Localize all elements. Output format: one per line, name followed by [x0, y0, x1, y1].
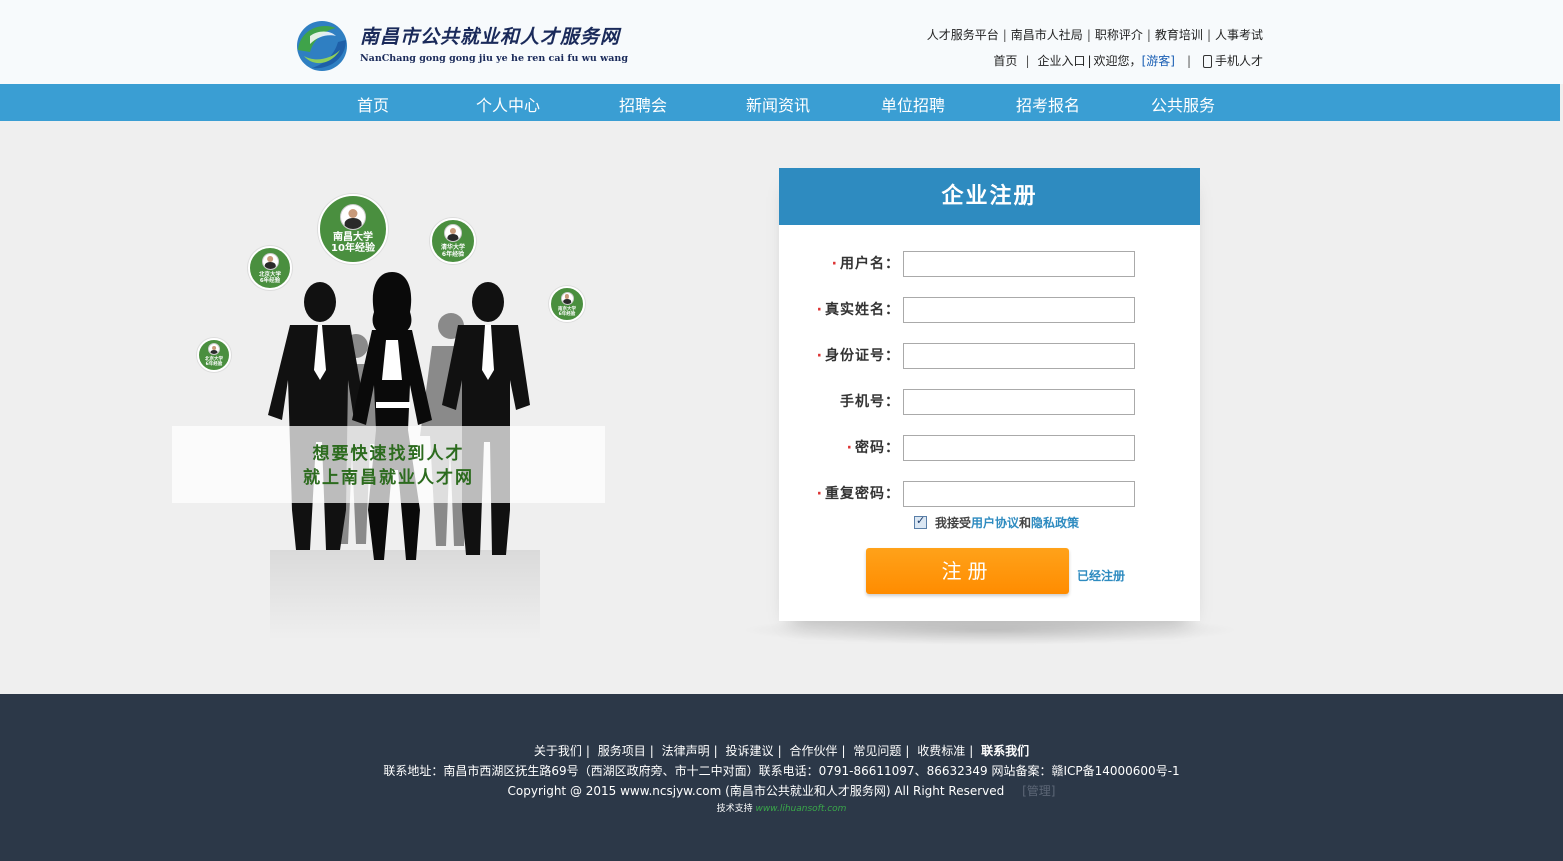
password-row: · 密码： [779, 435, 1200, 461]
avatar [560, 291, 574, 305]
user-agreement-link[interactable]: 用户协议 [971, 514, 1019, 531]
nav-news[interactable]: 新闻资讯 [723, 84, 833, 121]
username-row: · 用户名： [779, 251, 1200, 277]
footer-tech-support: 技术支持 www.lihuansoft.com [716, 804, 847, 814]
footer-about[interactable]: 关于我们 [534, 744, 582, 758]
link-talent-platform[interactable]: 人才服务平台 [927, 28, 999, 42]
footer-copyright: Copyright @ 2015 www.ncsjyw.com (南昌市公共就业… [507, 784, 1056, 798]
avatar [444, 224, 462, 242]
phone-label: 手机号： [840, 394, 900, 410]
promo-slogan: 想要快速找到人才 就上南昌就业人才网 [172, 426, 605, 503]
site-logo[interactable]: 南昌市公共就业和人才服务网 NanChang gong gong jiu ye … [290, 16, 628, 72]
already-registered-link[interactable]: 已经注册 [1077, 567, 1125, 584]
password-input[interactable] [903, 435, 1135, 461]
talent-bubble-4: 南京大学 6年经验 [549, 286, 585, 322]
confirm-password-label: · 重复密码： [816, 486, 900, 502]
footer-complaints[interactable]: 投诉建议 [726, 744, 774, 758]
link-enterprise-entry[interactable]: 企业入口 [1037, 52, 1085, 69]
idcard-input[interactable] [903, 343, 1135, 369]
site-footer: 关于我们 | 服务项目 | 法律声明 | 投诉建议 | 合作伙伴 | 常见问题 | 收费标准… [0, 694, 1563, 861]
guest-link[interactable]: [游客] [1142, 52, 1175, 69]
link-title-evaluation[interactable]: 职称评介 [1095, 28, 1143, 42]
avatar [340, 204, 366, 230]
footer-services[interactable]: 服务项目 [598, 744, 646, 758]
phone-input[interactable] [903, 389, 1135, 415]
promo-illustration: 南昌大学 10年经验 清华大学 6年经验 北京大学 6年经验 南京大学 6年经验… [170, 180, 610, 650]
main-nav: 首页 个人中心 招聘会 新闻资讯 单位招聘 招考报名 公共服务 [0, 84, 1560, 121]
top-links: 人才服务平台 | 南昌市人社局 | 职称评介 | 教育培训 | 人事考试 [926, 28, 1263, 42]
nav-job-fair[interactable]: 招聘会 [588, 84, 698, 121]
footer-links: 关于我们 | 服务项目 | 法律声明 | 投诉建议 | 合作伙伴 | 常见问题 | 收费标准… [533, 744, 1030, 758]
site-header: 南昌市公共就业和人才服务网 NanChang gong gong jiu ye … [0, 0, 1563, 84]
nav-personal-center[interactable]: 个人中心 [453, 84, 563, 121]
agreement: 我接受 用户协议 和 隐私政策 [914, 514, 1079, 531]
footer-fees[interactable]: 收费标准 [917, 744, 965, 758]
confirm-password-input[interactable] [903, 481, 1135, 507]
footer-address: 联系地址：南昌市西湖区抚生路69号（西湖区政府旁、市十二中对面）联系电话：079… [383, 764, 1180, 778]
logo-chinese-name: 南昌市公共就业和人才服务网 [360, 26, 621, 48]
talent-bubble-3: 北京大学 6年经验 [248, 246, 292, 290]
link-home[interactable]: 首页 [993, 52, 1017, 69]
nav-public-service[interactable]: 公共服务 [1128, 84, 1238, 121]
talent-bubble-2: 清华大学 6年经验 [430, 218, 476, 264]
avatar [261, 252, 279, 270]
privacy-policy-link[interactable]: 隐私政策 [1031, 514, 1079, 531]
password-label: · 密码： [846, 440, 900, 456]
registration-panel: 企业注册 · 用户名： · 真实姓名： · 身份证号： 手机号： · 密码： · 重复密码… [779, 168, 1200, 621]
business-people-silhouette [268, 272, 540, 640]
idcard-label: · 身份证号： [816, 348, 900, 364]
mobile-phone-icon [1202, 55, 1212, 68]
footer-contact[interactable]: 联系我们 [981, 744, 1029, 758]
realname-label: · 真实姓名： [816, 302, 900, 318]
link-personnel-exam[interactable]: 人事考试 [1215, 28, 1263, 42]
footer-legal[interactable]: 法律声明 [662, 744, 710, 758]
promo-slogan-line2: 就上南昌就业人才网 [303, 468, 474, 488]
nav-company-recruit[interactable]: 单位招聘 [858, 84, 968, 121]
phone-row: 手机号： [779, 389, 1200, 415]
welcome-text: 欢迎您， [1093, 54, 1142, 68]
idcard-row: · 身份证号： [779, 343, 1200, 369]
talent-bubble-1: 南昌大学 10年经验 [318, 194, 388, 264]
username-input[interactable] [903, 251, 1135, 277]
footer-partners[interactable]: 合作伙伴 [789, 744, 837, 758]
avatar [208, 343, 220, 355]
realname-row: · 真实姓名： [779, 297, 1200, 323]
user-bar: 首页 | 企业入口 | 欢迎您， [游客] | 手机人才 [993, 52, 1263, 69]
talent-bubble-5: 北京大学 6年经验 [197, 338, 231, 372]
nav-home[interactable]: 首页 [318, 84, 428, 121]
promo-slogan-line1: 想要快速找到人才 [312, 444, 465, 464]
username-label: · 用户名： [831, 256, 900, 272]
logo-pinyin-name: NanChang gong gong jiu ye he ren cai fu … [360, 53, 628, 64]
panel-title: 企业注册 [779, 168, 1200, 225]
link-hrss-bureau[interactable]: 南昌市人社局 [1011, 28, 1083, 42]
link-education-training[interactable]: 教育培训 [1155, 28, 1203, 42]
tech-support-link[interactable]: www.lihuansoft.com [755, 804, 846, 814]
footer-faq[interactable]: 常见问题 [853, 744, 901, 758]
nav-exam-signup[interactable]: 招考报名 [993, 84, 1103, 121]
confirm-password-row: · 重复密码： [779, 481, 1200, 507]
logo-emblem-icon [297, 21, 347, 71]
realname-input[interactable] [903, 297, 1135, 323]
register-button[interactable]: 注册 [866, 548, 1069, 594]
agree-checkbox[interactable] [914, 514, 927, 529]
admin-link[interactable]: [管理] [1022, 784, 1055, 798]
link-mobile-talent[interactable]: 手机人才 [1215, 52, 1263, 69]
